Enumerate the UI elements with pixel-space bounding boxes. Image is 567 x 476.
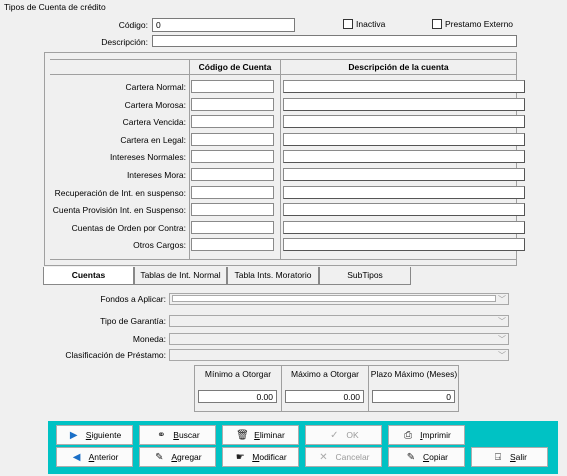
grid-row-label: Cartera Normal: <box>125 82 186 92</box>
x-icon: ✕ <box>319 451 328 463</box>
account-description-field[interactable] <box>283 186 525 199</box>
moneda-select[interactable]: ﹀ <box>169 333 509 345</box>
account-code-input[interactable] <box>191 80 274 93</box>
account-code-input[interactable] <box>191 150 274 163</box>
grid-divider <box>50 74 516 75</box>
siguiente-button[interactable]: ▶ Siguiente <box>56 425 133 445</box>
tab-cuentas[interactable]: Cuentas <box>43 267 134 285</box>
grid-divider <box>189 59 190 259</box>
binoculars-icon: ⚭ <box>157 429 166 441</box>
plazo-label: Plazo Máximo (Meses) <box>370 369 458 379</box>
fondos-select-field[interactable] <box>172 295 496 302</box>
salir-button[interactable]: ⍈ Salir <box>471 447 548 467</box>
grid-row-label: Cartera Vencida: <box>122 117 186 127</box>
descripcion-input[interactable] <box>152 35 517 47</box>
trash-icon: 🗑 <box>236 429 249 441</box>
account-code-input[interactable] <box>191 203 274 216</box>
checkmark-icon: ✓ <box>330 429 339 441</box>
window-title: Tipos de Cuenta de crédito <box>0 0 567 16</box>
grid-row-label: Cartera en Legal: <box>120 135 186 145</box>
modificar-button[interactable]: ☛ Modificar <box>222 447 299 467</box>
grid-row-label: Cartera Morosa: <box>124 100 186 110</box>
account-description-field[interactable] <box>283 150 525 163</box>
chevron-down-icon: ﹀ <box>498 335 506 344</box>
max-input[interactable]: 0.00 <box>285 390 364 403</box>
codigo-label: Código: <box>118 20 148 30</box>
tab-tabla-ints-moratorio[interactable]: Tabla Ints. Moratorio <box>227 267 319 285</box>
account-code-input[interactable] <box>191 98 274 111</box>
account-description-field[interactable] <box>283 98 525 111</box>
anterior-button[interactable]: ◀ Anterior <box>56 447 133 467</box>
eliminar-button[interactable]: 🗑 Eliminar <box>222 425 299 445</box>
col-header-descripcion: Descripción de la cuenta <box>348 62 449 72</box>
grid-row-label: Recuperación de Int. en suspenso: <box>54 188 186 198</box>
edit-hand-icon: ☛ <box>235 451 245 463</box>
moneda-label: Moneda: <box>132 334 166 344</box>
min-label: Mínimo a Otorgar <box>204 369 272 379</box>
grid-row-label: Intereses Mora: <box>126 170 186 180</box>
printer-icon: ⎙ <box>404 429 413 441</box>
clasificacion-select[interactable]: ﹀ <box>169 349 509 361</box>
min-input[interactable]: 0.00 <box>198 390 277 403</box>
account-description-field[interactable] <box>283 221 525 234</box>
account-description-field[interactable] <box>283 203 525 216</box>
prestamo-externo-label: Prestamo Externo <box>445 19 514 29</box>
grid-row-label: Cuenta Provisión Int. en Suspenso: <box>52 205 186 215</box>
descripcion-label: Descripción: <box>101 37 148 47</box>
clasificacion-label: Clasificación de Préstamo: <box>65 350 166 360</box>
tab-subtipos[interactable]: SubTipos <box>319 267 411 285</box>
triangle-left-icon: ◀ <box>72 451 81 463</box>
account-code-input[interactable] <box>191 115 274 128</box>
account-code-input[interactable] <box>191 133 274 146</box>
pencil-icon: ✎ <box>155 451 164 463</box>
account-code-input[interactable] <box>191 238 274 251</box>
grid-row-label: Intereses Normales: <box>109 152 186 162</box>
account-code-input[interactable] <box>191 186 274 199</box>
inactiva-label: Inactiva <box>356 19 386 29</box>
cancelar-button[interactable]: ✕ Cancelar <box>305 447 382 467</box>
grid-divider <box>280 59 281 259</box>
grid-divider <box>50 59 516 60</box>
max-label: Máximo a Otorgar <box>290 369 360 379</box>
tab-tablas-int-normal[interactable]: Tablas de Int. Normal <box>134 267 227 285</box>
grid-divider <box>50 259 516 260</box>
triangle-right-icon: ▶ <box>69 429 78 441</box>
chevron-down-icon: ﹀ <box>498 317 506 326</box>
agregar-button[interactable]: ✎ Agregar <box>139 447 216 467</box>
chevron-down-icon: ﹀ <box>498 351 506 360</box>
grid-row-label: Otros Cargos: <box>133 240 186 250</box>
account-description-field[interactable] <box>283 133 525 146</box>
prestamo-externo-checkbox[interactable] <box>432 19 442 29</box>
exit-door-icon: ⍈ <box>494 451 501 463</box>
account-code-input[interactable] <box>191 221 274 234</box>
garantia-select[interactable]: ﹀ <box>169 315 509 327</box>
account-description-field[interactable] <box>283 168 525 181</box>
fondos-label: Fondos a Aplicar: <box>100 294 166 304</box>
chevron-down-icon: ﹀ <box>498 295 506 304</box>
plazo-input[interactable]: 0 <box>372 390 455 403</box>
account-code-input[interactable] <box>191 168 274 181</box>
inactiva-checkbox[interactable] <box>343 19 353 29</box>
imprimir-button[interactable]: ⎙ Imprimir <box>388 425 465 445</box>
grid-row-label: Cuentas de Orden por Contra: <box>71 223 186 233</box>
account-description-field[interactable] <box>283 238 525 251</box>
codigo-input[interactable]: 0 <box>152 18 295 32</box>
col-header-codigo: Código de Cuenta <box>198 62 272 72</box>
garantia-label: Tipo de Garantía: <box>100 316 166 326</box>
account-description-field[interactable] <box>283 115 525 128</box>
account-description-field[interactable] <box>283 80 525 93</box>
buscar-button[interactable]: ⚭ Buscar <box>139 425 216 445</box>
pencil-copy-icon: ✎ <box>406 451 416 463</box>
copiar-button[interactable]: ✎ Copiar <box>388 447 465 467</box>
ok-button[interactable]: ✓ OK <box>305 425 382 445</box>
